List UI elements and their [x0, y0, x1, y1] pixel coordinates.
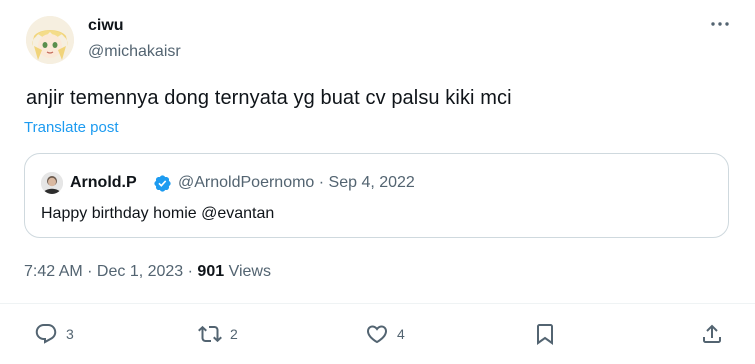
- views-label: Views: [224, 263, 271, 280]
- bookmark-button[interactable]: [533, 322, 557, 346]
- author-handle[interactable]: @michakaisr: [88, 43, 181, 61]
- more-options-button[interactable]: [708, 14, 732, 34]
- reply-icon: [35, 324, 57, 344]
- tweet-meta: 7:42 AM · Dec 1, 2023 · 901 Views: [24, 263, 271, 281]
- tweet-timestamp[interactable]: 7:42 AM · Dec 1, 2023 ·: [24, 263, 197, 280]
- ellipsis-icon: [711, 22, 729, 26]
- repost-button[interactable]: 2: [198, 322, 238, 346]
- divider: [0, 303, 755, 304]
- author-display-name[interactable]: ciwu: [88, 17, 124, 35]
- like-count: 4: [397, 326, 405, 342]
- like-button[interactable]: 4: [365, 322, 405, 346]
- person-avatar-icon: [41, 172, 63, 194]
- heart-icon: [366, 325, 388, 344]
- verified-badge-icon: [153, 174, 172, 193]
- reply-button[interactable]: 3: [34, 322, 74, 346]
- repost-count: 2: [230, 326, 238, 342]
- avatar[interactable]: [26, 16, 74, 64]
- share-icon: [703, 324, 721, 343]
- tweet-text: anjir temennya dong ternyata yg buat cv …: [26, 87, 512, 109]
- repost-icon: [198, 325, 222, 343]
- anime-avatar-icon: [26, 16, 74, 64]
- bookmark-icon: [537, 324, 553, 345]
- share-button[interactable]: [700, 322, 724, 346]
- quoted-handle-date: @ArnoldPoernomo · Sep 4, 2022: [178, 174, 415, 191]
- quoted-tweet[interactable]: Arnold.P @ArnoldPoernomo · Sep 4, 2022 H…: [24, 153, 729, 238]
- quoted-display-name[interactable]: Arnold.P: [70, 174, 137, 192]
- views-count: 901: [197, 263, 225, 280]
- quoted-avatar[interactable]: [41, 172, 63, 194]
- reply-count: 3: [66, 326, 74, 342]
- quoted-text: Happy birthday homie @evantan: [41, 205, 275, 222]
- translate-post-link[interactable]: Translate post: [24, 119, 119, 136]
